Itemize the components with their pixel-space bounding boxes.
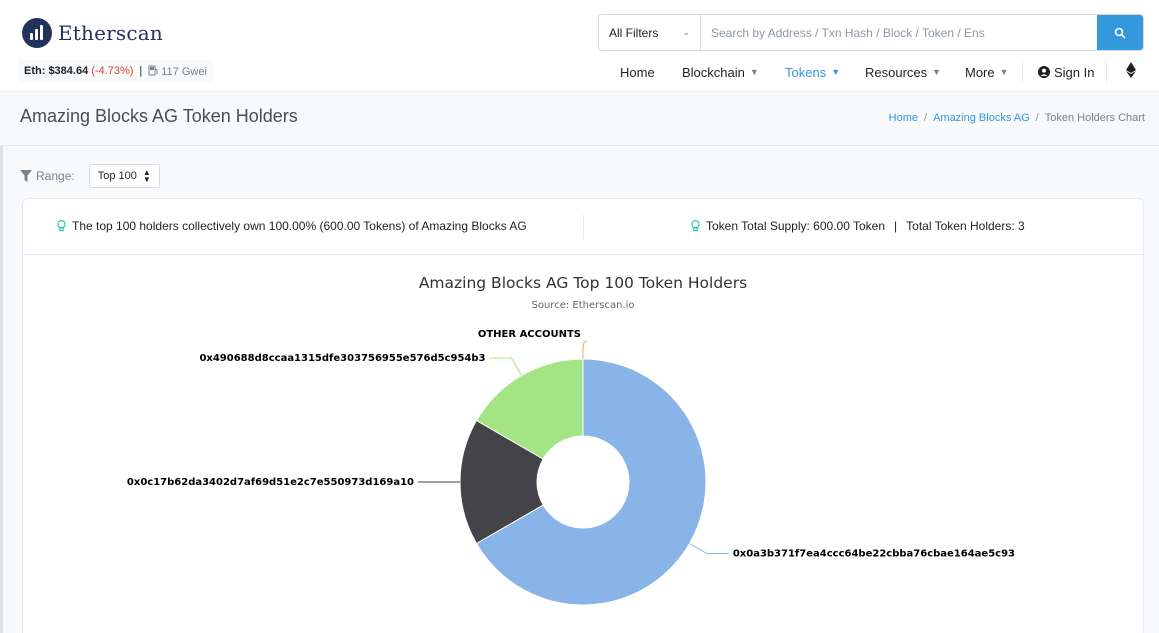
nav-more[interactable]: More ▼ — [965, 62, 1009, 82]
range-label: Range: — [36, 169, 75, 183]
user-circle-icon — [1038, 66, 1050, 78]
chart-title: Amazing Blocks AG Top 100 Token Holders — [419, 274, 747, 292]
breadcrumb-home[interactable]: Home — [889, 112, 918, 124]
nav-blockchain[interactable]: Blockchain ▼ — [682, 62, 759, 82]
chevron-down-icon: ▼ — [831, 67, 841, 77]
search-filter-select[interactable]: All Filters ⌄ — [599, 15, 701, 50]
nav-blockchain-label: Blockchain — [682, 64, 745, 80]
breadcrumb-token[interactable]: Amazing Blocks AG — [933, 112, 1030, 124]
gas-price-value: 117 Gwei — [161, 65, 207, 78]
nav-divider — [1106, 60, 1107, 82]
pie-connector-other-accounts — [582, 340, 588, 359]
search-bar: All Filters ⌄ — [598, 14, 1144, 51]
nav-tokens-label: Tokens — [785, 64, 827, 80]
eth-price-change: (-4.73%) — [91, 65, 134, 77]
pie-label-other-accounts: OTHER ACCOUNTS — [478, 329, 581, 340]
breadcrumb: Home / Amazing Blocks AG / Token Holders… — [889, 112, 1145, 124]
pie-connector-0x0a3b371f7ea4ccc64be22cbba76cbae164ae5c93 — [689, 543, 729, 554]
range-select[interactable]: Top 100 ▲ ▼ — [88, 164, 160, 188]
search-filter-label: All Filters — [609, 25, 659, 40]
pie-label-0x0a3b371f7ea4ccc64be22cbba76cbae164ae5c93: 0x0a3b371f7ea4ccc64be22cbba76cbae164ae5c… — [733, 549, 1015, 560]
chevron-down-icon: ▼ — [749, 67, 759, 77]
nav-divider — [1022, 60, 1023, 82]
gas-price[interactable]: 117 Gwei — [148, 65, 207, 78]
pie-slices — [459, 358, 707, 606]
search-icon — [1114, 27, 1126, 38]
search-button[interactable] — [1097, 15, 1143, 50]
filter-icon — [20, 170, 32, 182]
page-title: Amazing Blocks AG Token Holders — [20, 106, 298, 126]
pie-label-0x490688d8ccaa1315dfe303756955e576d5c954b3: 0x490688d8ccaa1315dfe303756955e576d5c954… — [199, 353, 485, 364]
pie-connector-0x490688d8ccaa1315dfe303756955e576d5c954b3 — [489, 357, 522, 376]
etherscan-logo-icon — [22, 18, 52, 48]
nav-home[interactable]: Home — [620, 62, 655, 82]
nav-tokens[interactable]: Tokens ▼ — [785, 62, 840, 82]
nav-sign-in[interactable]: Sign In — [1038, 62, 1094, 82]
holders-card: The top 100 holders collectively own 100… — [22, 198, 1144, 633]
breadcrumb-separator: / — [924, 112, 928, 124]
chevron-down-icon: ⌄ — [682, 27, 690, 37]
breadcrumb-current: Token Holders Chart — [1044, 112, 1145, 124]
pie-label-0x0c17b62da3402d7af69d51e2c7e550973d169a10: 0x0c17b62da3402d7af69d51e2c7e550973d169a… — [127, 477, 414, 488]
gas-pump-icon — [148, 65, 158, 75]
ethereum-icon — [1126, 62, 1136, 78]
network-switch[interactable] — [1126, 60, 1136, 80]
page-title-bar: Amazing Blocks AG Token Holders Home / A… — [0, 92, 1159, 146]
sign-in-label: Sign In — [1054, 64, 1095, 80]
updown-chevron-icon: ▲ ▼ — [142, 168, 151, 184]
chevron-down-icon: ▼ — [999, 67, 1009, 77]
range-filter: Range: Top 100 ▲ ▼ — [20, 164, 160, 188]
brand-name: Etherscan — [58, 21, 163, 45]
holders-pie-chart: Amazing Blocks AG Top 100 Token Holders … — [127, 274, 1015, 606]
chart-subtitle: Source: Etherscan.io — [532, 300, 635, 311]
nav-resources-label: Resources — [865, 64, 928, 80]
ticker-separator: | — [139, 65, 143, 77]
breadcrumb-separator: / — [1035, 112, 1039, 124]
brand-logo[interactable]: Etherscan — [22, 18, 163, 48]
chevron-down-icon: ▼ — [932, 67, 942, 77]
range-selected-value: Top 100 — [97, 170, 137, 182]
site-header: Etherscan Eth: $384.64 (-4.73%) | 117 Gw… — [0, 0, 1159, 92]
nav-more-label: More — [965, 64, 995, 80]
eth-price: Eth: $384.64 — [24, 65, 89, 77]
nav-resources[interactable]: Resources ▼ — [865, 62, 941, 82]
eth-price-ticker: Eth: $384.64 (-4.73%) | 117 Gwei — [18, 60, 213, 82]
search-input[interactable] — [701, 15, 1097, 50]
